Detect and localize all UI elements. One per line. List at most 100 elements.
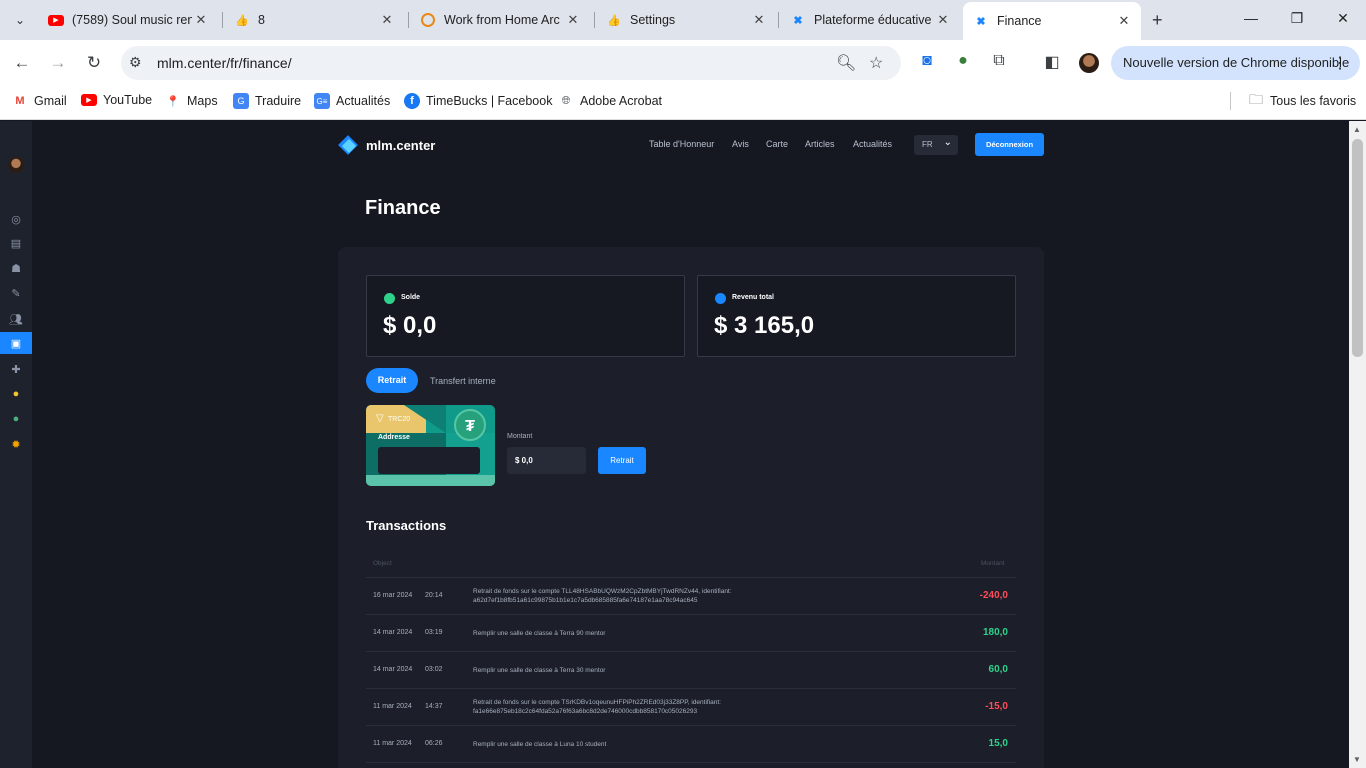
nav-articles[interactable]: Articles [805, 139, 835, 149]
bookmark-adobe[interactable]: 🌐︎ Adobe Acrobat [558, 93, 662, 109]
bookmark-label: Adobe Acrobat [580, 94, 663, 108]
page-scrollbar[interactable]: ▲ ▼ [1349, 121, 1366, 768]
close-tab-icon[interactable]: ✕ [750, 12, 768, 28]
zoom-icon[interactable]: 🔍︎ [836, 53, 856, 73]
nav-news[interactable]: Actualités [853, 139, 892, 149]
language-select[interactable]: FR ⌄ [914, 135, 958, 155]
bookmark-gmail[interactable]: M Gmail [12, 93, 66, 109]
table-row: 11 mar 2024 06:26 Remplir une salle de c… [366, 726, 1016, 763]
nav-reviews[interactable]: Avis [732, 139, 749, 149]
bookmark-label: Traduire [255, 94, 302, 108]
new-tab-icon[interactable]: + [1152, 10, 1163, 31]
tab-withdraw[interactable]: Retrait [366, 368, 418, 393]
profile-icon[interactable]: ☗ [0, 257, 32, 279]
close-tab-icon[interactable]: ✕ [378, 12, 396, 28]
side-panel-icon[interactable]: ◧ [1041, 52, 1063, 72]
facebook-icon: f [404, 93, 420, 109]
bookmark-traduire[interactable]: G Traduire [233, 93, 301, 109]
tab-strip: ⌄ ▶ (7589) Soul music ren ✕ 👍 8 ✕ Work f… [0, 0, 1366, 40]
planet-icon[interactable]: ● [0, 408, 32, 430]
user-avatar[interactable] [8, 157, 24, 173]
nav-map[interactable]: Carte [766, 139, 788, 149]
profile-avatar[interactable] [1079, 53, 1099, 73]
chrome-update-button[interactable]: Nouvelle version de Chrome disponible ⋮ [1111, 46, 1360, 80]
language-value: FR [922, 140, 933, 149]
tools-icon[interactable]: ✎ [0, 282, 32, 304]
browser-tab-youtube[interactable]: ▶ (7589) Soul music ren ✕ [38, 5, 218, 35]
address-bar[interactable]: ⚙ mlm.center/fr/finance/ 🔍︎ ☆ [121, 46, 901, 80]
menu-dots-icon[interactable]: ⋮ [1332, 53, 1348, 73]
tx-date: 16 mar 2024 [373, 592, 413, 599]
back-icon[interactable]: ← [11, 53, 33, 73]
wallet-icon[interactable]: ▣ [0, 332, 32, 354]
close-window-icon[interactable]: ✕ [1333, 10, 1353, 27]
income-card: Revenu total $ 3 165,0 [697, 275, 1016, 357]
logo-text: mlm.center [366, 137, 436, 153]
tab-title: Plateforme éducative [814, 13, 932, 27]
url-text[interactable]: mlm.center/fr/finance/ [157, 55, 292, 71]
bookmark-label: Actualités [336, 94, 391, 108]
scrollbar-thumb[interactable] [1352, 139, 1363, 357]
scroll-up-icon[interactable]: ▲ [1353, 125, 1361, 134]
tx-description: Remplir une salle de classe à Terra 90 m… [473, 630, 606, 637]
tab-search-icon[interactable]: ⌄ [8, 8, 32, 32]
browser-tab-finance[interactable]: ✖ Finance ✕ [963, 2, 1141, 40]
screen-capture-icon[interactable]: ◙ [916, 52, 938, 70]
amount-input[interactable]: $ 0,0 [507, 447, 586, 474]
tx-amount: -240,0 [979, 590, 1008, 601]
tx-description: Remplir une salle de classe à Terra 30 m… [473, 667, 606, 674]
team-icon[interactable]: 👥︎ [0, 308, 32, 330]
forward-icon[interactable]: → [47, 53, 69, 73]
tx-time: 20:14 [425, 592, 443, 599]
puzzle-icon[interactable]: ✚ [0, 358, 32, 380]
maps-pin-icon: 📍 [166, 95, 180, 108]
tx-description: Retrait de fonds sur le compte TSrKDBv1o… [473, 699, 721, 715]
tx-description: Remplir une salle de classe à Luna 10 st… [473, 741, 607, 748]
minimize-icon[interactable]: — [1241, 10, 1261, 26]
all-bookmarks[interactable]: 🗀 Tous les favoris [1248, 91, 1356, 109]
address-input[interactable] [378, 447, 480, 474]
extension-globe-icon[interactable]: ● [952, 52, 974, 70]
browser-tab-work-from-home[interactable]: Work from Home Arc ✕ [410, 5, 590, 35]
browser-tab-settings[interactable]: 👍 Settings ✕ [596, 5, 776, 35]
tx-date: 11 mar 2024 [373, 703, 412, 710]
withdraw-button[interactable]: Retrait [598, 447, 646, 474]
tx-date: 14 mar 2024 [373, 666, 413, 673]
bookmarks-bar: M Gmail ▶ YouTube 📍 Maps G Traduire G≡ A… [0, 86, 1366, 120]
scroll-down-icon[interactable]: ▼ [1353, 755, 1361, 764]
tx-amount: -15,0 [985, 701, 1008, 712]
tx-time: 06:26 [425, 740, 443, 747]
tether-icon: ₮ [454, 409, 486, 441]
bookmark-actualites[interactable]: G≡ Actualités [314, 93, 390, 109]
balance-card: Solde $ 0,0 [366, 275, 685, 357]
site-info-icon[interactable]: ⚙ [129, 54, 142, 71]
browser-tab-8[interactable]: 👍 8 ✕ [224, 5, 404, 35]
tx-time: 03:02 [425, 666, 443, 673]
courses-icon[interactable]: ▤ [0, 232, 32, 254]
logout-button[interactable]: Déconnexion [975, 133, 1044, 156]
bookmark-timebucks[interactable]: f TimeBucks | Facebook [404, 93, 552, 109]
bookmark-youtube[interactable]: ▶ YouTube [81, 93, 152, 107]
coin-icon[interactable]: ● [0, 383, 32, 405]
thumbs-icon: 👍 [607, 14, 621, 27]
reload-icon[interactable]: ↻ [83, 53, 105, 73]
translate-icon: G [233, 93, 249, 109]
site-logo[interactable]: mlm.center [338, 134, 435, 156]
restore-icon[interactable]: ❐ [1287, 10, 1307, 27]
close-tab-icon[interactable]: ✕ [934, 12, 952, 28]
close-tab-icon[interactable]: ✕ [564, 12, 582, 28]
tx-date: 11 mar 2024 [373, 740, 412, 747]
browser-toolbar: ← → ↻ ⚙ mlm.center/fr/finance/ 🔍︎ ☆ ◙ ● … [0, 40, 1366, 86]
close-tab-icon[interactable]: ✕ [1115, 13, 1133, 29]
transactions-title: Transactions [366, 518, 447, 533]
sun-icon[interactable]: ✹ [0, 433, 32, 455]
extensions-puzzle-icon[interactable]: ⧉ [988, 52, 1010, 70]
close-tab-icon[interactable]: ✕ [192, 12, 210, 28]
bookmark-star-icon[interactable]: ☆ [869, 53, 883, 73]
bookmark-maps[interactable]: 📍 Maps [165, 93, 217, 109]
dashboard-icon[interactable]: ◎ [0, 208, 32, 230]
column-header-amount: Montant [981, 560, 1005, 567]
tab-internal-transfer[interactable]: Transfert interne [430, 376, 496, 386]
browser-tab-plateforme[interactable]: ✖ Plateforme éducative ✕ [780, 5, 960, 35]
nav-hall-of-fame[interactable]: Table d'Honneur [649, 139, 714, 149]
